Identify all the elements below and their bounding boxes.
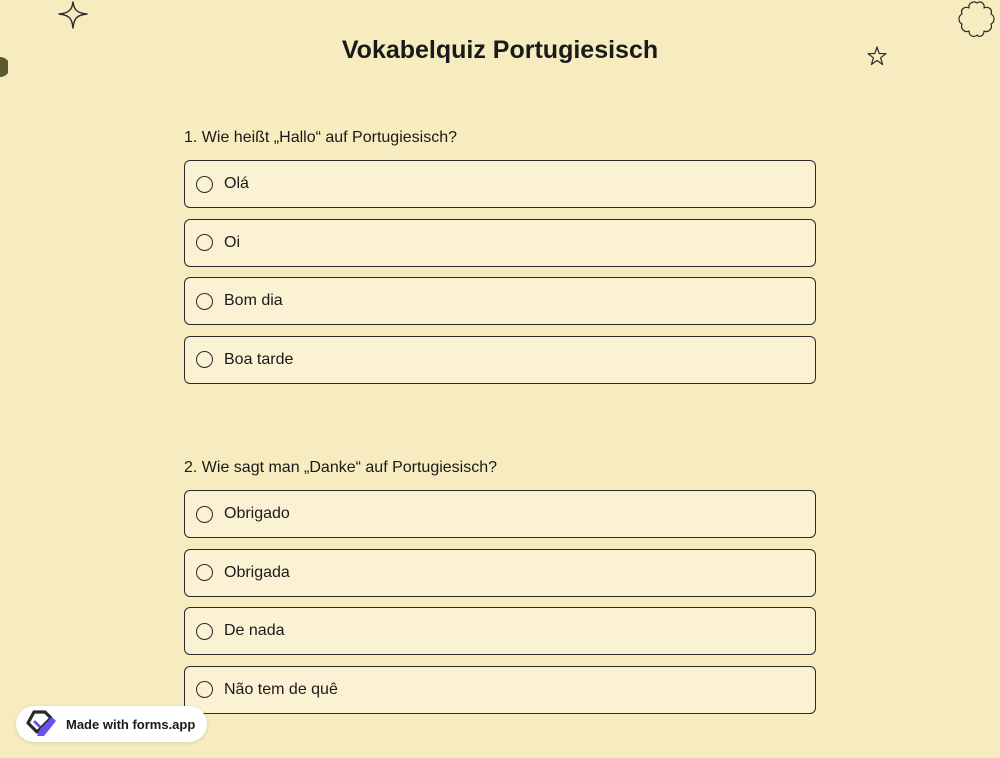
radio-unchecked-icon[interactable]	[196, 505, 213, 523]
option-boa-tarde[interactable]: Boa tarde	[184, 335, 816, 384]
option-nao-tem-de-que[interactable]: Não tem de quê	[184, 665, 816, 714]
option-obrigado[interactable]: Obrigado	[184, 490, 816, 538]
option-label: Obrigado	[224, 505, 290, 522]
option-de-nada[interactable]: De nada	[184, 607, 816, 655]
sparkle-icon	[58, 1, 88, 29]
forms-app-logo-icon	[26, 710, 56, 736]
radio-unchecked-icon[interactable]	[196, 292, 213, 310]
radio-unchecked-icon[interactable]	[196, 175, 213, 193]
radio-unchecked-icon[interactable]	[196, 351, 213, 368]
radio-unchecked-icon[interactable]	[196, 681, 213, 698]
page-title: Vokabelquiz Portugiesisch	[341, 36, 659, 64]
option-ola[interactable]: Olá	[184, 160, 816, 208]
option-label: Obrigada	[224, 563, 290, 581]
radio-unchecked-icon[interactable]	[196, 622, 213, 640]
option-label: Boa tarde	[224, 350, 294, 368]
made-with-badge[interactable]: Made with forms.app	[16, 706, 207, 742]
question-1-label: 1. Wie heißt „Hallo“ auf Portugiesisch?	[184, 129, 457, 146]
radio-unchecked-icon[interactable]	[196, 234, 213, 251]
question-2-label: 2. Wie sagt man „Danke“ auf Portugiesisc…	[184, 459, 498, 476]
option-bom-dia[interactable]: Bom dia	[184, 277, 816, 325]
option-label: Bom dia	[224, 292, 283, 309]
option-obrigada[interactable]: Obrigada	[184, 548, 816, 597]
option-label: De nada	[224, 622, 285, 639]
question-1: 1. Wie heißt „Hallo“ auf Portugiesisch? …	[184, 128, 816, 394]
flower-outline-icon	[958, 1, 995, 37]
option-label: Oi	[224, 233, 240, 251]
badge-label: Made with forms.app	[66, 716, 196, 732]
option-label: Não tem de quê	[224, 680, 338, 698]
radio-unchecked-icon[interactable]	[196, 564, 213, 581]
option-oi[interactable]: Oi	[184, 218, 816, 267]
option-label: Olá	[224, 175, 249, 192]
question-2: 2. Wie sagt man „Danke“ auf Portugiesisc…	[184, 458, 816, 724]
